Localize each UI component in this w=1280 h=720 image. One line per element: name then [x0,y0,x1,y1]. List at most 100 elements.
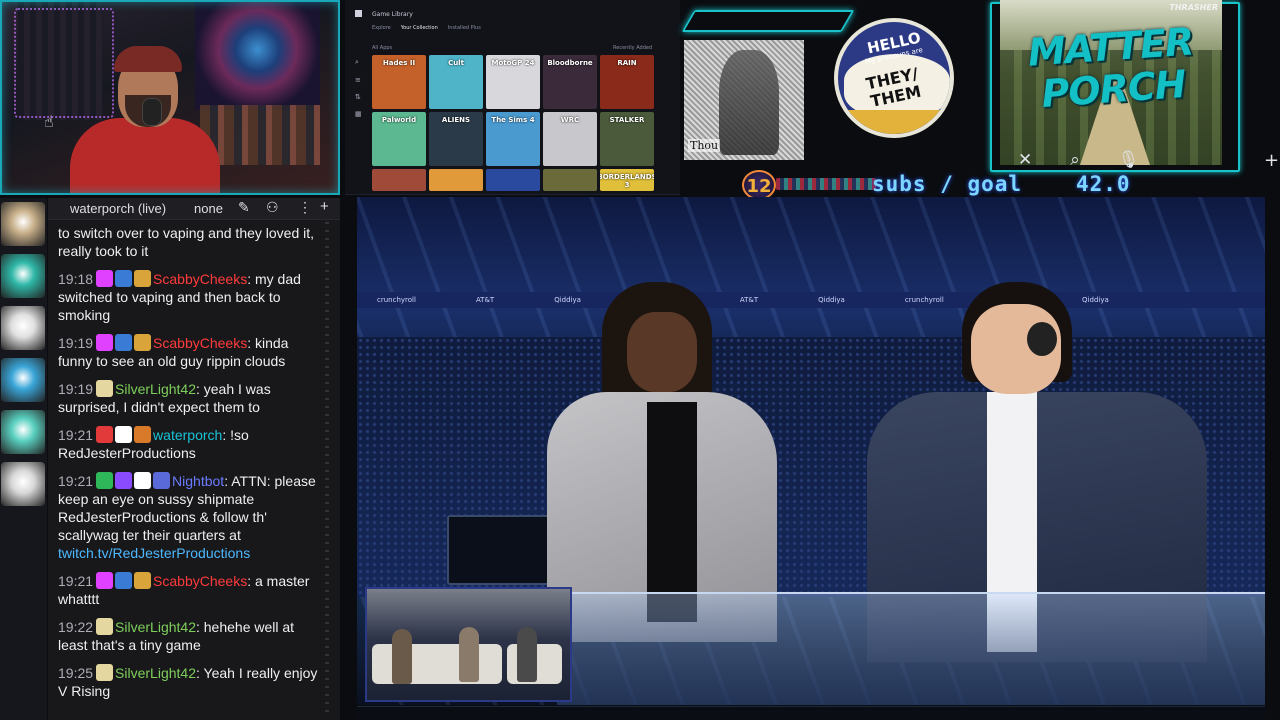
chat-badge-icon [134,334,152,351]
channel-logo-art: MATTER PORCH THRASHER [1000,0,1222,165]
chat-username[interactable]: SilverLight42 [115,619,196,635]
chat-message: 19:19 SilverLight42: yeah I was surprised… [58,380,326,416]
bottom-bar [357,706,1265,720]
tab-installed-plus[interactable]: Installed Plus [448,25,481,31]
chat-username[interactable]: Nightbot [172,473,224,489]
chat-username[interactable]: waterporch [153,427,222,443]
chat-badge-icon [134,270,152,287]
chat-timestamp: 19:19 [58,335,94,351]
microphone-icon[interactable]: 🎙 [1118,150,1140,170]
avatar [1,410,45,454]
sponsor-logo: crunchyroll [377,296,416,304]
game-tile[interactable]: The Sims 4 [486,112,540,166]
chat-message: to switch over to vaping and they loved … [58,224,326,260]
chat-badge-icon [96,472,114,489]
recently-added-label: Recently Added [613,45,653,51]
anchor-desk [557,592,1265,705]
game-tile-label: ALIENS [441,116,471,124]
chat-username[interactable]: SilverLight42 [115,381,196,397]
filter-icon[interactable]: ≡ [355,76,363,84]
chat-username[interactable]: ScabbyCheeks [153,271,247,287]
search-icon[interactable]: ⌕ [1070,150,1080,170]
game-tile[interactable] [543,169,597,191]
add-icon[interactable]: + [320,198,329,215]
game-tile-label: Cult [448,59,464,67]
chat-badge-icon [96,426,114,443]
chat-timestamp: 19:21 [58,427,94,443]
chat-badge-icon [96,572,114,589]
game-tile[interactable]: Cult [429,55,483,109]
game-tile[interactable]: STALKER [600,112,654,166]
chat-timestamp: 19:21 [58,473,94,489]
chat-scrollbar[interactable] [325,222,329,712]
game-tile-label: RAIN [617,59,637,67]
chat-separator: : [247,271,255,287]
album-label: Thou [688,139,721,152]
plus-icon[interactable]: + [1264,150,1279,171]
game-tile[interactable]: Palworld [372,112,426,166]
chat-timestamp: 19:18 [58,271,94,287]
chat-message: 19:21 waterporch: !so RedJesterProduction… [58,426,326,462]
chat-timestamp: 19:22 [58,619,94,635]
album-figure [719,50,779,155]
subs-progress-track [776,178,876,190]
library-sidebar: ⌕ ≡ ⇅ ▦ [355,58,363,127]
close-icon[interactable]: ✕ [1018,150,1032,170]
tab-explore[interactable]: Explore [372,25,391,31]
chat-username[interactable]: ScabbyCheeks [153,573,247,589]
chat-badge-icon [134,426,152,443]
game-tile[interactable] [486,169,540,191]
game-tile[interactable]: BORDERLANDS 3 [600,169,654,191]
game-tile[interactable]: Hades II [372,55,426,109]
host-right-headset [1027,322,1057,356]
chat-timestamp: 19:19 [58,381,94,397]
chat-badge-icon [96,270,114,287]
subs-goal-bar: 12 subs / goal 42.0 [742,170,1162,200]
game-tile[interactable]: RAIN [600,55,654,109]
chat-badge-icon [153,472,171,489]
game-tile[interactable]: ALIENS [429,112,483,166]
neon-decoration [681,10,855,32]
more-options-icon[interactable]: ⋮ [298,199,312,216]
channel-logo-text: MATTER PORCH [1026,19,1195,116]
stream-overlay: ☝ Game Library Explore Your Collection I… [0,0,1280,720]
chat-badge-icon [115,334,133,351]
avatar-strip [0,198,47,720]
users-icon[interactable]: ⚇ [266,199,279,216]
chat-message: 19:19 ScabbyCheeks: kinda funny to see an… [58,334,326,370]
host-left-face [627,312,697,392]
game-tile[interactable]: WRC [543,112,597,166]
game-library-window: Game Library Explore Your Collection Ins… [345,0,680,195]
chat-username[interactable]: ScabbyCheeks [153,335,247,351]
host-left-shirt [647,402,697,622]
game-tile[interactable]: Bloodborne [543,55,597,109]
library-tabs: Explore Your Collection Installed Plus [372,25,481,31]
chat-username[interactable]: SilverLight42 [115,665,196,681]
game-tile-label: WRC [560,116,580,124]
chat-badge-icon [96,664,114,681]
sort-icon[interactable]: ⇅ [355,93,363,101]
chat-separator: : [195,665,204,681]
chat-mode[interactable]: none [194,201,223,216]
chat-link[interactable]: twitch.tv/RedJesterProductions [58,545,250,561]
game-tile[interactable] [372,169,426,191]
sponsor-logo: AT&T [475,296,495,304]
chat-badge-icon [96,380,114,397]
avatar [1,358,45,402]
chat-badge-icon [115,426,133,443]
game-tile[interactable]: MotoGP 24 [486,55,540,109]
chat-panel: waterporch (live) none ✎ ⚇ ⋮ + to switch… [48,198,340,720]
album-art: Thou [684,40,804,160]
overlay-controls: ✕ ⌕ 🎙 [1018,150,1139,170]
subs-count: 12 [742,170,776,200]
sponsor-logo: Qiddiya [818,296,845,304]
chat-separator: : [247,335,255,351]
pip-person [459,627,479,682]
grid-icon[interactable]: ▦ [355,110,363,118]
pencil-icon[interactable]: ✎ [238,199,250,216]
search-icon[interactable]: ⌕ [355,58,363,67]
hand-cursor-icon: ☝ [44,112,54,131]
game-tile[interactable] [429,169,483,191]
tab-your-collection[interactable]: Your Collection [401,25,438,31]
pip-person [517,627,537,682]
